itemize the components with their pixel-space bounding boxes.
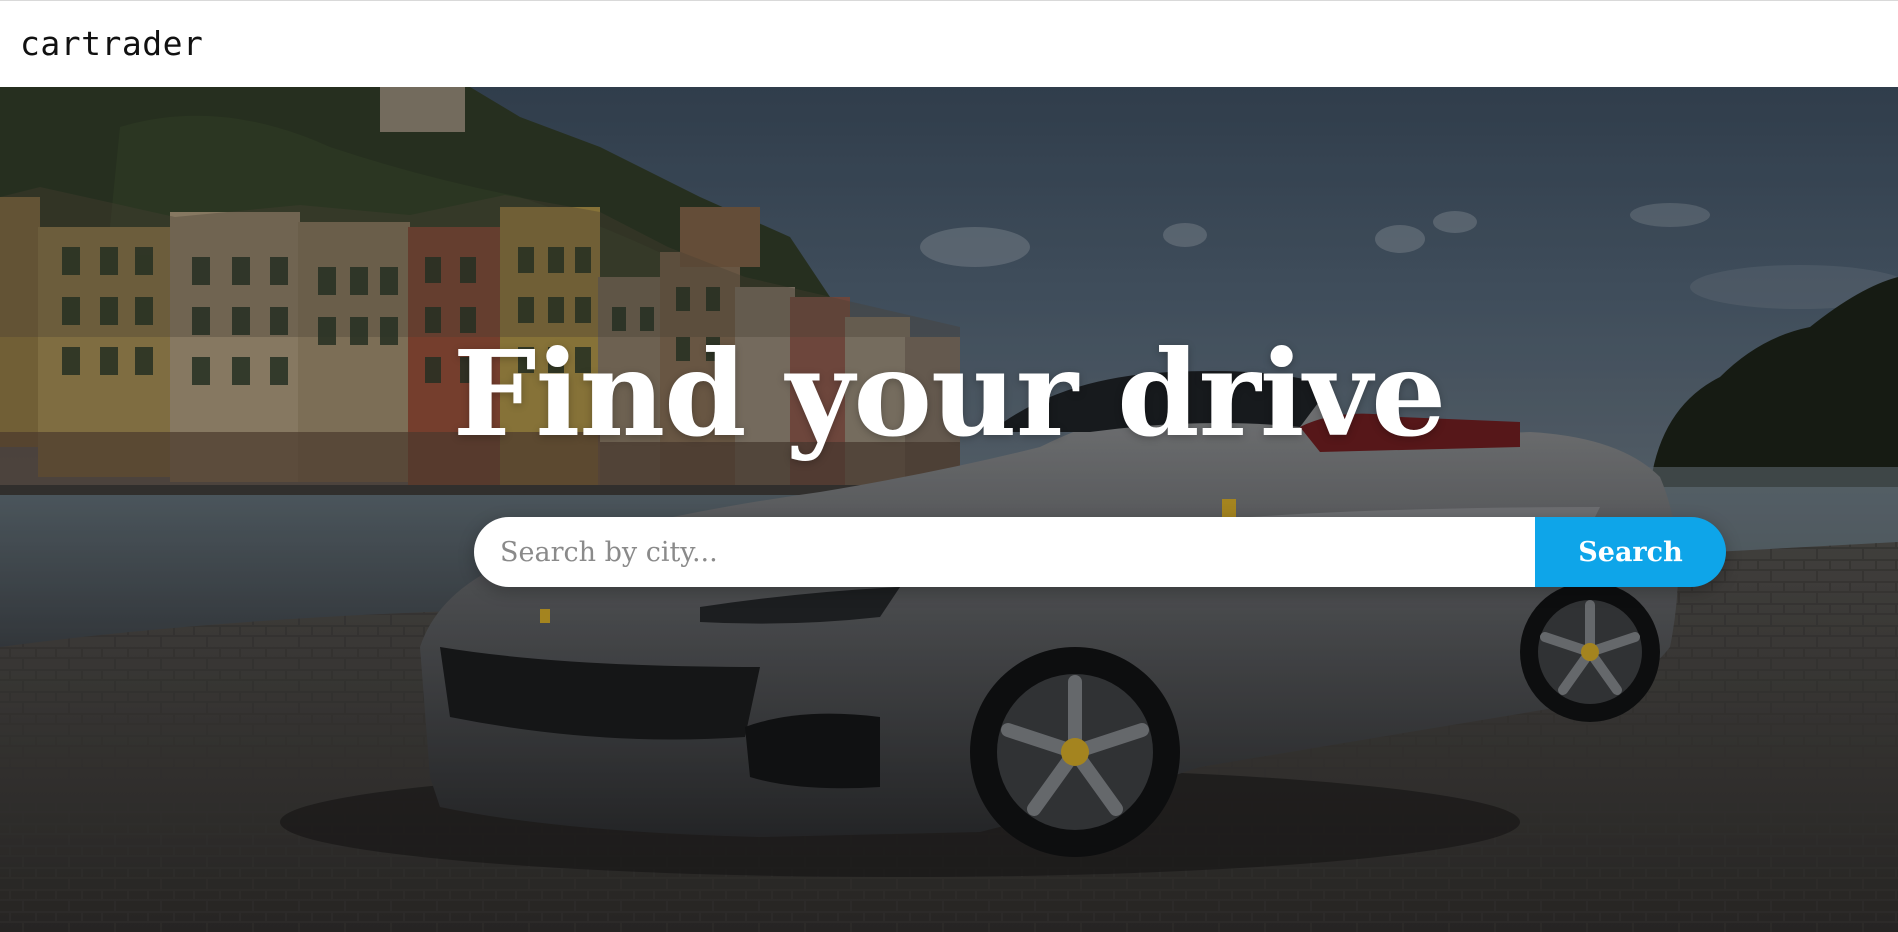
city-search-input[interactable] [474,517,1535,587]
city-search-form: Search [474,517,1726,587]
hero-content: Find your drive Search [0,87,1898,932]
hero-section: Find your drive Search [0,87,1898,932]
navbar: cartrader [0,0,1898,87]
search-button[interactable]: Search [1535,517,1726,587]
hero-headline: Find your drive [452,324,1446,463]
site-logo[interactable]: cartrader [20,24,203,63]
